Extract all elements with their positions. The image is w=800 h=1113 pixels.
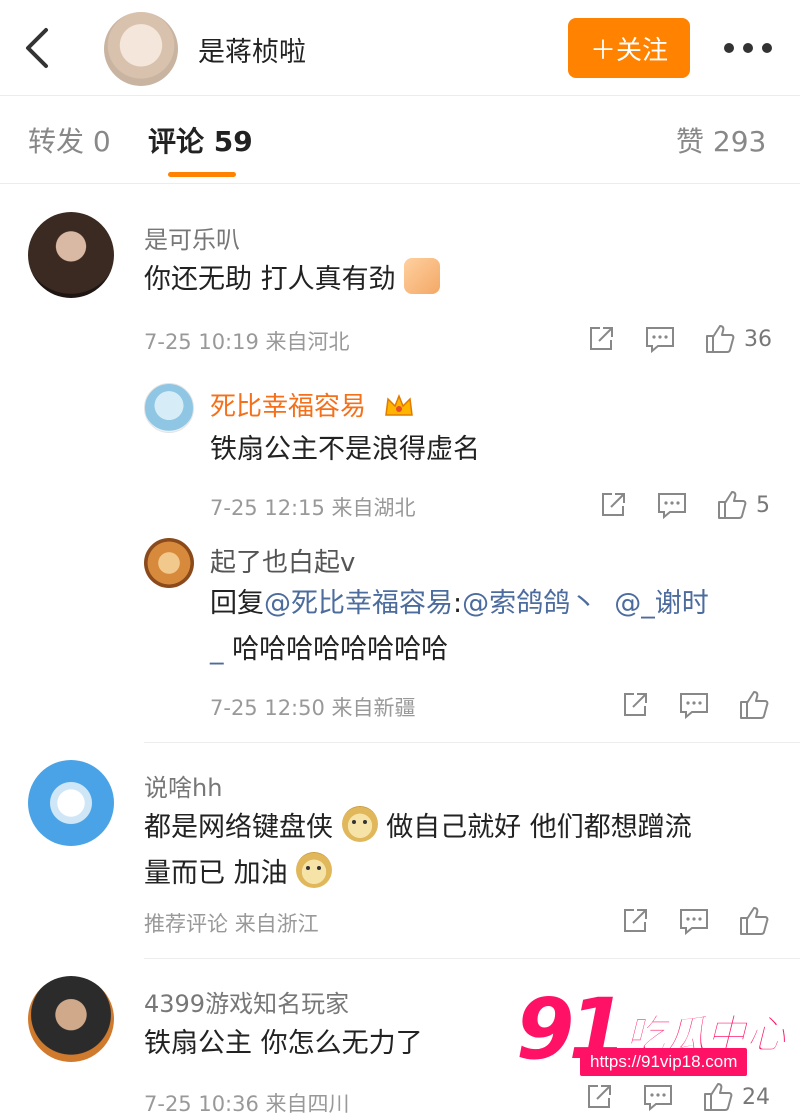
reply-colon: :	[453, 588, 463, 619]
mention-link[interactable]: @_谢时	[614, 588, 709, 619]
comment-username[interactable]: 是可乐叭	[144, 220, 240, 255]
comment-text-body: 做自己就好 他们都想蹭流	[386, 812, 692, 843]
comment-actions: 24	[556, 1080, 770, 1113]
vip-crown-icon	[385, 393, 414, 416]
avatar[interactable]	[28, 760, 114, 846]
comment-location: 来自河北	[265, 330, 350, 354]
comment-text-body: 都是网络键盘侠	[144, 812, 333, 843]
back-arrow-icon[interactable]	[18, 26, 58, 70]
tab-likes-count: 293	[712, 125, 767, 158]
tab-repost-label: 转发	[28, 125, 85, 158]
comment-location: 来自湖北	[331, 496, 416, 520]
comment-username[interactable]: 死比幸福容易	[210, 386, 414, 423]
comment-text-body: 哈哈哈哈哈哈哈哈	[232, 634, 449, 665]
like-icon	[706, 325, 735, 353]
comment-text-line-2: _ 哈哈哈哈哈哈哈哈	[210, 628, 448, 672]
like-icon	[704, 1083, 733, 1111]
share-icon[interactable]	[620, 906, 650, 936]
avatar[interactable]	[28, 976, 114, 1062]
avatar[interactable]	[144, 538, 194, 588]
comment-meta: 7-25 10:36 来自四川	[144, 1088, 350, 1113]
mention-link-cont[interactable]: _	[210, 634, 224, 665]
like-count: 5	[756, 492, 770, 518]
site-watermark: 91 吃瓜中心 https://91vip18.com	[510, 980, 800, 1090]
comment-meta: 7-25 12:15 来自湖北	[210, 492, 416, 522]
follow-button[interactable]: ＋关注	[568, 18, 690, 78]
avatar[interactable]	[144, 383, 194, 433]
avatar[interactable]	[28, 212, 114, 298]
comment-actions	[592, 904, 770, 938]
comment-text-body: 你还无助 打人真有劲	[144, 264, 396, 295]
like-count: 36	[744, 326, 772, 352]
comment-text: 回复@死比幸福容易:@索鸽鸽丶 @_谢时	[210, 582, 709, 626]
thumbs-up-emoji-icon	[404, 258, 441, 294]
tab-comments-count: 59	[213, 125, 253, 158]
comment-icon[interactable]	[642, 1082, 674, 1112]
tab-likes[interactable]: 赞 293	[676, 120, 766, 160]
comment-username[interactable]: 说啥hh	[144, 768, 222, 803]
like-icon	[718, 491, 747, 519]
comment-icon[interactable]	[678, 906, 710, 936]
comment-location: 来自新疆	[331, 696, 416, 720]
top-bar: 是蒋桢啦 ＋关注	[0, 0, 800, 96]
tab-likes-label: 赞	[676, 125, 705, 158]
comment-time: 7-25 10:36	[144, 1092, 259, 1113]
watermark-brand: 吃瓜中心	[626, 1012, 787, 1059]
comment-location: 来自浙江	[234, 912, 319, 936]
more-options-icon[interactable]	[724, 36, 772, 60]
author-name[interactable]: 是蒋桢啦	[198, 30, 306, 69]
comment-actions	[592, 688, 770, 722]
active-tab-indicator	[168, 172, 236, 177]
tab-comments-label: 评论	[148, 125, 205, 158]
doge-emoji-icon	[296, 852, 333, 888]
vip-username: 死比幸福容易	[210, 392, 367, 422]
comment-location: 来自四川	[265, 1092, 350, 1113]
comment-text: 铁扇公主 你怎么无力了	[144, 1028, 423, 1059]
reply-prefix: 回复	[210, 588, 264, 619]
comment-icon[interactable]	[644, 324, 676, 354]
like-button[interactable]: 24	[702, 1081, 770, 1113]
recommended-tag: 推荐评论	[144, 912, 228, 936]
divider	[144, 958, 800, 959]
share-icon[interactable]	[586, 324, 616, 354]
share-icon[interactable]	[620, 690, 650, 720]
doge-emoji-icon	[341, 806, 378, 842]
author-avatar[interactable]	[104, 12, 178, 86]
comment-text: 都是网络键盘侠 做自己就好 他们都想蹭流	[144, 806, 692, 850]
watermark-url: https://91vip18.com	[580, 1048, 748, 1076]
like-icon	[740, 907, 769, 935]
tab-repost[interactable]: 转发 0	[28, 120, 111, 160]
tab-comments[interactable]: 评论 59	[148, 120, 253, 160]
like-button[interactable]	[738, 689, 770, 721]
comment-actions: 36	[558, 322, 772, 356]
comment-meta: 7-25 10:19 来自河北	[144, 326, 350, 356]
divider	[144, 742, 800, 743]
mention-link[interactable]: @死比幸福容易	[264, 588, 453, 619]
comment-icon[interactable]	[678, 690, 710, 720]
mention-link[interactable]: @索鸽鸽丶	[462, 588, 597, 619]
tab-repost-count: 0	[92, 125, 111, 158]
like-button[interactable]	[738, 905, 770, 937]
comment-actions: 5	[570, 488, 770, 522]
like-count: 24	[742, 1084, 770, 1110]
post-tabs: 转发 0 评论 59 赞 293	[0, 96, 800, 184]
like-button[interactable]: 5	[716, 489, 770, 521]
comment-username[interactable]: 起了也白起v	[210, 542, 355, 579]
comment-meta: 推荐评论 来自浙江	[144, 908, 319, 938]
comment-text-line-2: 量而已 加油	[144, 852, 333, 896]
comment-text-body: 量而已 加油	[144, 858, 288, 889]
comment-icon[interactable]	[656, 490, 688, 520]
comment-text: 铁扇公主不是浪得虚名	[210, 434, 480, 465]
comment-time: 7-25 10:19	[144, 330, 259, 354]
comment-time: 7-25 12:15	[210, 496, 325, 520]
like-button[interactable]: 36	[704, 323, 772, 355]
share-icon[interactable]	[598, 490, 628, 520]
comment-time: 7-25 12:50	[210, 696, 325, 720]
comment-text: 你还无助 打人真有劲	[144, 258, 441, 302]
comment-username[interactable]: 4399游戏知名玩家	[144, 984, 349, 1019]
comment-meta: 7-25 12:50 来自新疆	[210, 692, 416, 722]
like-icon	[740, 691, 769, 719]
watermark-number: 91	[516, 980, 627, 1078]
share-icon[interactable]	[584, 1082, 614, 1112]
